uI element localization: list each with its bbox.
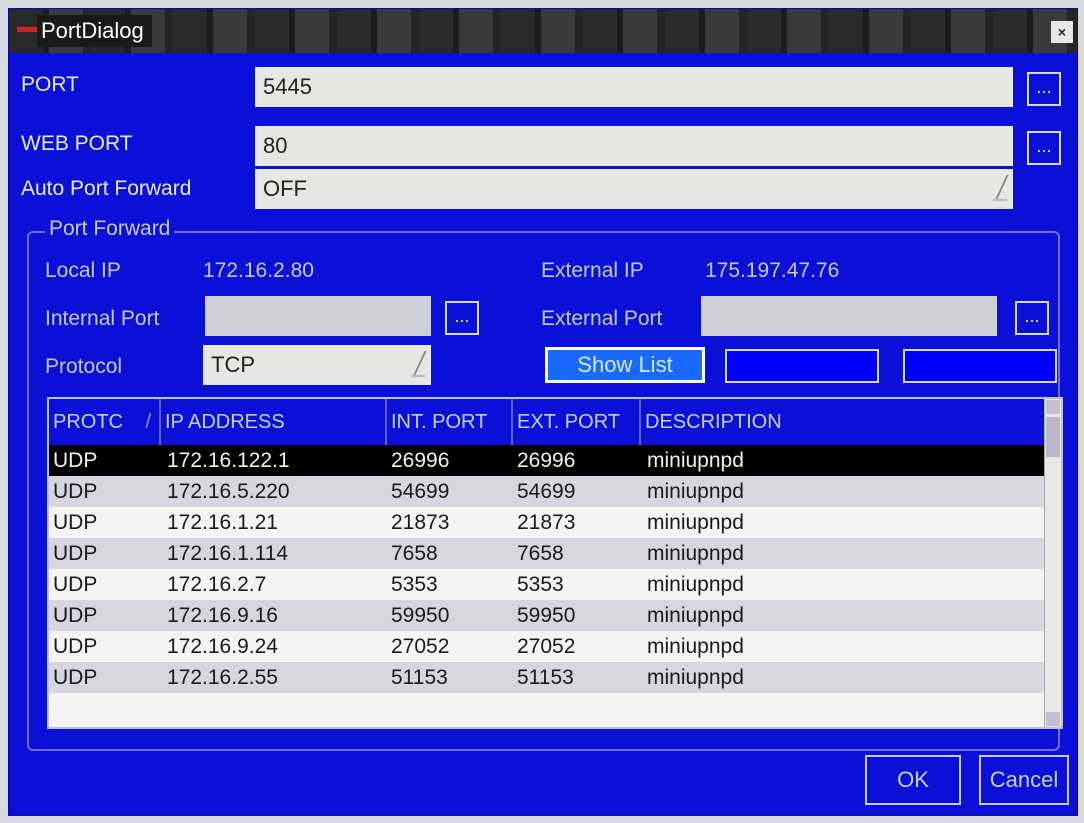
local-ip-value: 172.16.2.80 — [203, 259, 314, 282]
table-cell: 54699 — [391, 480, 450, 503]
table-cell: miniupnpd — [647, 542, 744, 565]
internal-port-input[interactable] — [203, 294, 433, 338]
column-header-protocol[interactable]: PROTC / — [49, 399, 161, 445]
scroll-thumb[interactable] — [1046, 417, 1060, 457]
column-header-description[interactable]: DESCRIPTION — [641, 399, 1049, 445]
table-cell: 7658 — [517, 542, 564, 565]
table-row[interactable]: UDP 172.16.9.16 59950 59950 miniupnpd — [49, 600, 1049, 631]
table-cell: 26996 — [391, 449, 450, 472]
table-cell: 172.16.1.21 — [167, 511, 278, 534]
table-cell: miniupnpd — [647, 635, 744, 658]
port-label: PORT — [21, 73, 79, 96]
web-port-more-button[interactable]: ... — [1027, 131, 1061, 165]
table-cell: miniupnpd — [647, 480, 744, 503]
column-header-ext-port[interactable]: EXT. PORT — [513, 399, 641, 445]
title-bar[interactable]: PortDialog × — [9, 9, 1077, 53]
table-cell: 27052 — [517, 635, 576, 658]
dropdown-arrow-icon — [407, 351, 425, 377]
internal-port-more-button[interactable]: ... — [445, 301, 479, 335]
auto-port-forward-label: Auto Port Forward — [21, 177, 192, 200]
table-cell: 7658 — [391, 542, 438, 565]
scroll-down-icon[interactable] — [1046, 712, 1060, 726]
table-cell: 51153 — [517, 666, 574, 689]
table-cell: miniupnpd — [647, 511, 744, 534]
table-cell: UDP — [53, 604, 98, 627]
scroll-up-icon[interactable] — [1046, 400, 1060, 414]
port-forward-group-title: Port Forward — [45, 217, 175, 241]
internal-port-label: Internal Port — [45, 307, 160, 330]
table-cell: UDP — [53, 542, 98, 565]
table-cell: 21873 — [391, 511, 450, 534]
port-dialog: PortDialog × PORT 5445 ... WEB PORT 80 .… — [8, 8, 1078, 816]
port-more-button[interactable]: ... — [1027, 72, 1061, 106]
table-row[interactable]: UDP 172.16.9.24 27052 27052 miniupnpd — [49, 631, 1049, 662]
table-cell: 51153 — [391, 666, 448, 689]
sort-indicator-icon: / — [145, 411, 151, 433]
external-ip-value: 175.197.47.76 — [705, 259, 840, 282]
protocol-select[interactable]: TCP — [201, 343, 433, 387]
table-row[interactable]: UDP 172.16.1.21 21873 21873 miniupnpd — [49, 507, 1049, 538]
remove-button[interactable] — [903, 349, 1057, 383]
web-port-label: WEB PORT — [21, 132, 133, 155]
table-cell: 172.16.9.16 — [167, 604, 278, 627]
table-row[interactable]: UDP 172.16.5.220 54699 54699 miniupnpd — [49, 476, 1049, 507]
protocol-label: Protocol — [45, 355, 123, 378]
title-accent-icon — [17, 27, 37, 32]
table-cell: UDP — [53, 635, 98, 658]
auto-port-forward-select[interactable]: OFF — [253, 167, 1015, 211]
external-port-label: External Port — [541, 307, 663, 330]
table-cell: 59950 — [517, 604, 576, 627]
table-row[interactable]: UDP 172.16.1.114 7658 7658 miniupnpd — [49, 538, 1049, 569]
table-cell: UDP — [53, 573, 98, 596]
table-cell: 172.16.2.55 — [167, 666, 278, 689]
table-cell: 172.16.122.1 — [167, 449, 290, 472]
auto-port-forward-value: OFF — [263, 176, 307, 201]
table-cell: UDP — [53, 449, 98, 472]
port-forward-table[interactable]: PROTC / IP ADDRESS INT. PORT EXT. PORT D… — [47, 397, 1063, 729]
window-title: PortDialog — [37, 15, 152, 47]
table-cell: 172.16.5.220 — [167, 480, 290, 503]
web-port-input[interactable]: 80 — [253, 124, 1015, 168]
table-scrollbar[interactable] — [1044, 399, 1061, 727]
table-cell: 172.16.2.7 — [167, 573, 267, 596]
table-cell: 59950 — [391, 604, 450, 627]
table-cell: 26996 — [517, 449, 576, 472]
cancel-button[interactable]: Cancel — [979, 755, 1069, 805]
port-input[interactable]: 5445 — [253, 65, 1015, 109]
table-cell: miniupnpd — [647, 573, 744, 596]
dropdown-arrow-icon — [989, 175, 1007, 201]
show-list-button[interactable]: Show List — [543, 345, 707, 385]
close-icon[interactable]: × — [1051, 21, 1073, 43]
external-ip-label: External IP — [541, 259, 644, 282]
column-header-ip-address[interactable]: IP ADDRESS — [161, 399, 387, 445]
table-cell: 27052 — [391, 635, 450, 658]
table-row[interactable]: UDP 172.16.122.1 26996 26996 miniupnpd — [49, 445, 1049, 476]
table-row[interactable]: UDP 172.16.2.55 51153 51153 miniupnpd — [49, 662, 1049, 693]
table-cell: 21873 — [517, 511, 576, 534]
table-cell: 172.16.1.114 — [167, 542, 289, 565]
column-header-int-port[interactable]: INT. PORT — [387, 399, 513, 445]
table-cell: 172.16.9.24 — [167, 635, 278, 658]
table-cell: UDP — [53, 511, 98, 534]
table-cell: 54699 — [517, 480, 576, 503]
table-cell: 5353 — [391, 573, 438, 596]
table-row[interactable]: UDP 172.16.2.7 5353 5353 miniupnpd — [49, 569, 1049, 600]
protocol-value: TCP — [211, 352, 255, 377]
table-cell: 5353 — [517, 573, 564, 596]
table-header: PROTC / IP ADDRESS INT. PORT EXT. PORT D… — [49, 399, 1049, 445]
external-port-more-button[interactable]: ... — [1015, 301, 1049, 335]
local-ip-label: Local IP — [45, 259, 121, 282]
external-port-input[interactable] — [699, 294, 999, 338]
add-button[interactable] — [725, 349, 879, 383]
table-cell: UDP — [53, 666, 98, 689]
ok-button[interactable]: OK — [865, 755, 961, 805]
table-cell: miniupnpd — [647, 666, 744, 689]
table-cell: miniupnpd — [647, 449, 744, 472]
table-cell: UDP — [53, 480, 98, 503]
table-cell: miniupnpd — [647, 604, 744, 627]
